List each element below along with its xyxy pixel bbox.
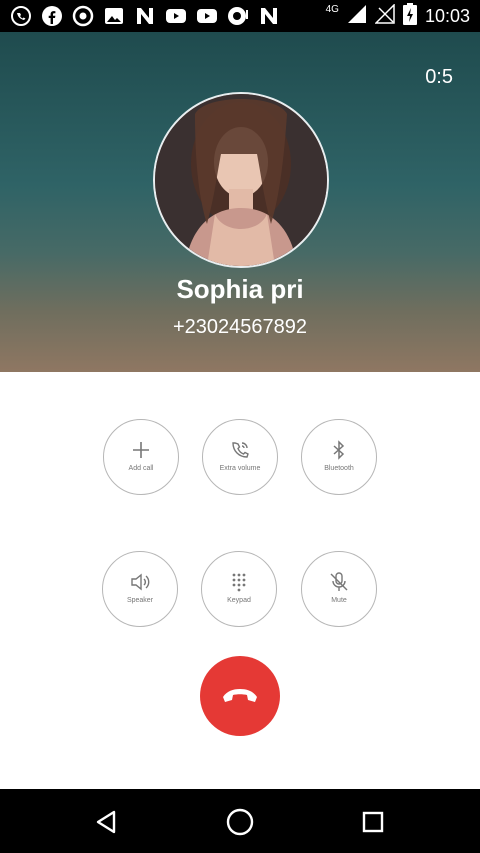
speaker-button[interactable]: Speaker — [102, 551, 178, 627]
bluetooth-label: Bluetooth — [324, 464, 354, 472]
contact-avatar — [153, 92, 329, 268]
wifi-off-icon — [374, 2, 395, 29]
whatsapp-icon — [10, 5, 32, 27]
keypad-label: Keypad — [227, 596, 251, 604]
keypad-icon — [228, 571, 250, 593]
hang-up-icon — [220, 684, 260, 709]
notification-icons — [10, 4, 280, 28]
back-button[interactable] — [92, 807, 122, 837]
recents-button[interactable] — [358, 807, 388, 837]
add-call-button[interactable]: Add call — [103, 419, 179, 495]
mute-label: Mute — [331, 596, 347, 604]
extra-volume-button[interactable]: Extra volume — [202, 419, 278, 495]
speaker-icon — [129, 571, 151, 593]
plus-icon — [130, 439, 152, 461]
contact-number: +23024567892 — [172, 316, 308, 338]
call-timer: 0:5 — [425, 66, 453, 88]
keypad-button[interactable]: Keypad — [201, 551, 277, 627]
bluetooth-button[interactable]: Bluetooth — [301, 419, 377, 495]
status-right: 4G 10:03 — [326, 0, 470, 32]
youtube-icon — [165, 5, 187, 27]
add-call-label: Add call — [128, 464, 154, 472]
navigation-bar — [0, 789, 480, 853]
speaker-label: Speaker — [126, 596, 154, 604]
mute-mic-icon — [328, 571, 350, 593]
signal-icon — [347, 4, 367, 29]
image-icon — [103, 5, 125, 27]
facebook-icon — [41, 5, 63, 27]
youtube-icon — [196, 5, 218, 27]
extra-volume-label: Extra volume — [219, 464, 261, 472]
mute-button[interactable]: Mute — [301, 551, 377, 627]
contact-name: Sophia pri — [176, 274, 304, 304]
network-type: 4G — [325, 3, 339, 15]
chrome-icon — [72, 5, 94, 27]
n-icon — [134, 5, 156, 27]
home-button[interactable] — [225, 807, 255, 837]
end-call-button[interactable] — [200, 656, 280, 736]
status-bar: 4G 10:03 — [0, 0, 480, 32]
status-time: 10:03 — [424, 5, 470, 26]
phone-volume-icon — [229, 439, 251, 461]
bluetooth-icon — [328, 439, 350, 461]
battery-icon — [402, 2, 417, 30]
opera-icon — [227, 5, 249, 27]
n-icon — [258, 5, 280, 27]
